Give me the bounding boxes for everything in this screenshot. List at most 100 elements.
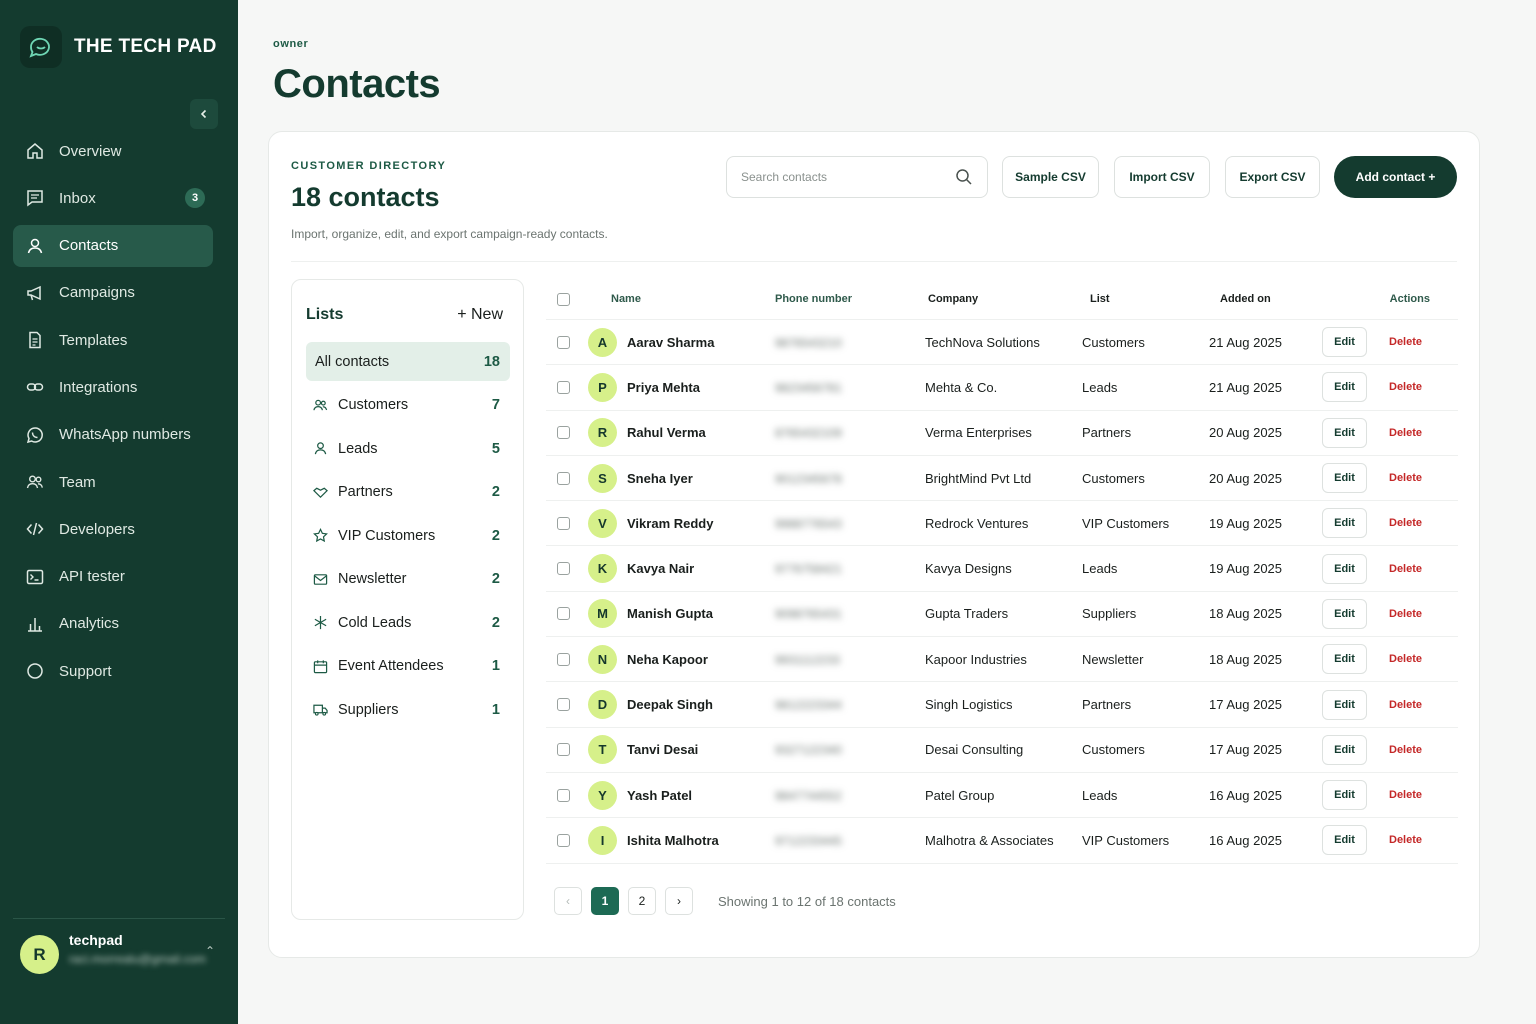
edit-button[interactable]: Edit <box>1322 372 1367 403</box>
list-item-newsletter[interactable]: Newsletter 2 <box>306 560 510 599</box>
row-checkbox[interactable] <box>557 652 570 666</box>
delete-button[interactable]: Delete <box>1389 834 1422 846</box>
add-contact-button[interactable]: Add contact + <box>1334 156 1457 198</box>
new-list-button[interactable]: + New <box>457 306 503 324</box>
row-checkbox[interactable] <box>557 698 570 712</box>
contact-name[interactable]: Priya Mehta <box>627 380 700 395</box>
list-item-cold-leads[interactable]: Cold Leads 2 <box>306 603 510 642</box>
table-row[interactable]: V Vikram Reddy 9988776543 Redrock Ventures V… <box>546 501 1458 547</box>
edit-button[interactable]: Edit <box>1322 417 1367 448</box>
edit-button[interactable]: Edit <box>1322 508 1367 539</box>
contact-name[interactable]: Manish Gupta <box>627 606 713 621</box>
next-page-button[interactable]: › <box>665 887 693 915</box>
collapse-sidebar-button[interactable] <box>190 99 218 129</box>
column-header-company[interactable]: Company <box>925 293 1082 305</box>
table-row[interactable]: T Tanvi Desai 9327122340 Desai Consulting Cu… <box>546 728 1458 773</box>
edit-button[interactable]: Edit <box>1322 734 1367 765</box>
edit-button[interactable]: Edit <box>1322 689 1367 720</box>
brand[interactable]: THE TECH PAD <box>20 26 217 68</box>
row-checkbox[interactable] <box>557 833 570 847</box>
edit-button[interactable]: Edit <box>1322 780 1367 811</box>
delete-button[interactable]: Delete <box>1389 517 1422 529</box>
table-row[interactable]: S Sneha Iyer 9012345678 BrightMind Pvt Ltd C… <box>546 456 1458 502</box>
sidebar-item-inbox[interactable]: Inbox 3 <box>13 177 213 219</box>
contact-name[interactable]: Neha Kapoor <box>627 652 708 667</box>
row-checkbox[interactable] <box>557 607 570 621</box>
table-row[interactable]: K Kavya Nair 9776758421 Kavya Designs Leads 1… <box>546 546 1458 592</box>
row-checkbox[interactable] <box>557 516 570 530</box>
user-menu[interactable]: R techpad raci.morrealu@gmail.com <box>20 932 206 974</box>
contact-name[interactable]: Sneha Iyer <box>627 471 693 486</box>
sidebar-item-developers[interactable]: Developers <box>13 508 213 550</box>
sidebar-item-support[interactable]: Support <box>13 650 213 692</box>
delete-button[interactable]: Delete <box>1389 336 1422 348</box>
contact-name[interactable]: Kavya Nair <box>627 561 694 576</box>
sidebar-item-analytics[interactable]: Analytics <box>13 603 213 645</box>
table-row[interactable]: I Ishita Malhotra 9712233445 Malhotra & Ass… <box>546 818 1458 864</box>
search-input[interactable]: Search contacts <box>726 156 988 198</box>
table-row[interactable]: A Aarav Sharma 9876543210 TechNova Solution… <box>546 320 1458 366</box>
chevron-up-icon[interactable]: ⌃ <box>205 944 215 958</box>
column-header-phone[interactable]: Phone number <box>775 293 925 305</box>
edit-button[interactable]: Edit <box>1322 327 1367 358</box>
sidebar-item-campaigns[interactable]: Campaigns <box>13 272 213 314</box>
contact-name[interactable]: Deepak Singh <box>627 697 713 712</box>
delete-button[interactable]: Delete <box>1389 563 1422 575</box>
sidebar-item-integrations[interactable]: Integrations <box>13 366 213 408</box>
delete-button[interactable]: Delete <box>1389 699 1422 711</box>
delete-button[interactable]: Delete <box>1389 608 1422 620</box>
list-item-suppliers[interactable]: Suppliers 1 <box>306 690 510 729</box>
table-row[interactable]: P Priya Mehta 9823456781 Mehta & Co. Leads 21… <box>546 365 1458 411</box>
delete-button[interactable]: Delete <box>1389 653 1422 665</box>
column-header-list[interactable]: List <box>1082 293 1209 305</box>
row-checkbox[interactable] <box>557 426 570 440</box>
contact-name[interactable]: Aarav Sharma <box>627 335 714 350</box>
list-item-leads[interactable]: Leads 5 <box>306 429 510 468</box>
list-item-event-attendees[interactable]: Event Attendees 1 <box>306 647 510 686</box>
column-header-name[interactable]: Name <box>588 293 775 305</box>
sidebar-item-overview[interactable]: Overview <box>13 130 213 172</box>
row-checkbox[interactable] <box>557 471 570 485</box>
row-checkbox[interactable] <box>557 335 570 349</box>
row-checkbox[interactable] <box>557 380 570 394</box>
contact-name[interactable]: Ishita Malhotra <box>627 833 719 848</box>
table-row[interactable]: N Neha Kapoor 9931112233 Kapoor Industries N… <box>546 637 1458 683</box>
row-checkbox[interactable] <box>557 788 570 802</box>
list-item-all-contacts[interactable]: All contacts 18 <box>306 342 510 381</box>
contact-name[interactable]: Rahul Verma <box>627 425 706 440</box>
delete-button[interactable]: Delete <box>1389 381 1422 393</box>
row-checkbox[interactable] <box>557 743 570 757</box>
contact-name[interactable]: Yash Patel <box>627 788 692 803</box>
edit-button[interactable]: Edit <box>1322 644 1367 675</box>
edit-button[interactable]: Edit <box>1322 463 1367 494</box>
table-row[interactable]: Y Yash Patel 9847744552 Patel Group Leads 16 … <box>546 773 1458 819</box>
list-item-partners[interactable]: Partners 2 <box>306 473 510 512</box>
sidebar-item-templates[interactable]: Templates <box>13 319 213 361</box>
row-checkbox[interactable] <box>557 562 570 576</box>
list-item-customers[interactable]: Customers 7 <box>306 386 510 425</box>
select-all-checkbox[interactable] <box>557 292 570 306</box>
prev-page-button[interactable]: ‹ <box>554 887 582 915</box>
delete-button[interactable]: Delete <box>1389 472 1422 484</box>
page-button-1[interactable]: 1 <box>591 887 619 915</box>
column-header-added-on[interactable]: Added on <box>1209 293 1322 305</box>
import-csv-button[interactable]: Import CSV <box>1114 156 1210 198</box>
page-button-2[interactable]: 2 <box>628 887 656 915</box>
sidebar-item-team[interactable]: Team <box>13 461 213 503</box>
delete-button[interactable]: Delete <box>1389 789 1422 801</box>
sidebar-item-api-tester[interactable]: API tester <box>13 556 213 598</box>
table-row[interactable]: M Manish Gupta 9098765431 Gupta Traders Supp… <box>546 592 1458 638</box>
delete-button[interactable]: Delete <box>1389 744 1422 756</box>
edit-button[interactable]: Edit <box>1322 825 1367 856</box>
list-item-vip-customers[interactable]: VIP Customers 2 <box>306 516 510 555</box>
sidebar-item-contacts[interactable]: Contacts <box>13 224 213 267</box>
sidebar-item-whatsapp-numbers[interactable]: WhatsApp numbers <box>13 414 213 456</box>
edit-button[interactable]: Edit <box>1322 553 1367 584</box>
contact-name[interactable]: Vikram Reddy <box>627 516 713 531</box>
export-csv-button[interactable]: Export CSV <box>1225 156 1320 198</box>
edit-button[interactable]: Edit <box>1322 598 1367 629</box>
table-row[interactable]: D Deepak Singh 9812223344 Singh Logistics Pa… <box>546 682 1458 728</box>
table-row[interactable]: R Rahul Verma 8765432109 Verma Enterprises P… <box>546 411 1458 456</box>
sample-csv-button[interactable]: Sample CSV <box>1002 156 1099 198</box>
delete-button[interactable]: Delete <box>1389 427 1422 439</box>
